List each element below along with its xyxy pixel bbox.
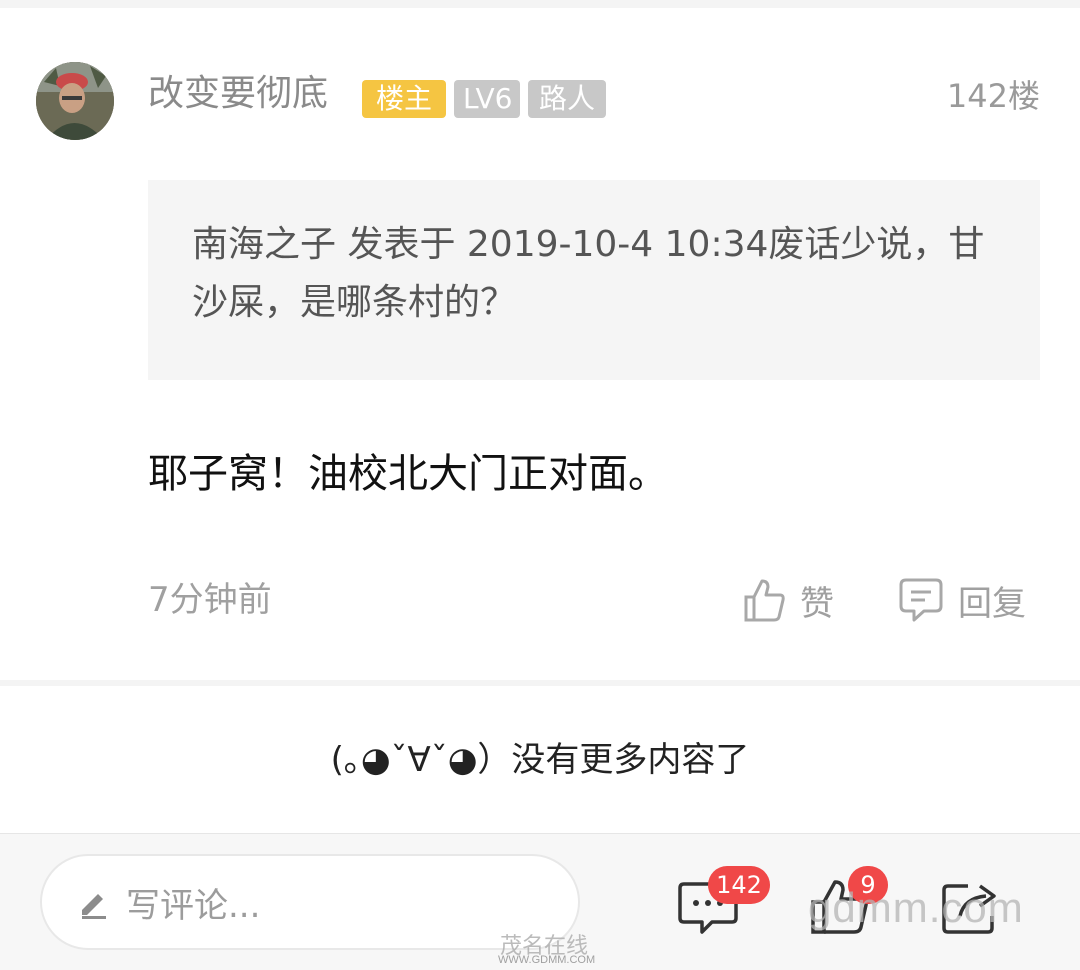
like-label: 赞	[800, 583, 834, 624]
floor-number: 142楼	[946, 77, 1040, 115]
no-more-content-message: (｡◕ˇ∀ˇ◕）没有更多内容了	[330, 740, 750, 780]
reply-label: 回复	[958, 583, 1026, 624]
reply-button[interactable]: 回复	[898, 574, 1026, 626]
watermark-brand: gdmm.com	[808, 884, 1024, 931]
pencil-icon	[82, 894, 106, 919]
username[interactable]: 改变要彻底	[148, 72, 328, 116]
comment-count-badge: 142	[708, 866, 770, 904]
host-badge: 楼主	[362, 80, 446, 118]
quote-text: 南海之子 发表于 2019-10-4 10:34废话少说，甘沙屎，是哪条村的？	[192, 224, 985, 323]
reply-post: 改变要彻底 楼主 LV6 路人 142楼 南海之子 发表于 2019-10-4 …	[0, 8, 1080, 678]
avatar[interactable]	[36, 62, 114, 140]
role-badge: 路人	[528, 80, 606, 118]
comment-input[interactable]: 写评论...	[40, 854, 580, 950]
comment-placeholder: 写评论...	[126, 885, 261, 926]
top-separator	[0, 0, 1080, 8]
reply-text: 耶子窝！油校北大门正对面。	[148, 451, 668, 497]
section-divider	[0, 680, 1080, 686]
level-badge: LV6	[454, 80, 520, 118]
comment-icon	[899, 578, 943, 622]
quoted-post: 南海之子 发表于 2019-10-4 10:34废话少说，甘沙屎，是哪条村的？	[148, 180, 1040, 380]
post-time: 7分钟前	[148, 580, 272, 620]
like-button[interactable]: 赞	[742, 574, 834, 626]
watermark-url: WWW.GDMM.COM	[498, 954, 596, 966]
thumbs-up-icon	[744, 579, 785, 622]
